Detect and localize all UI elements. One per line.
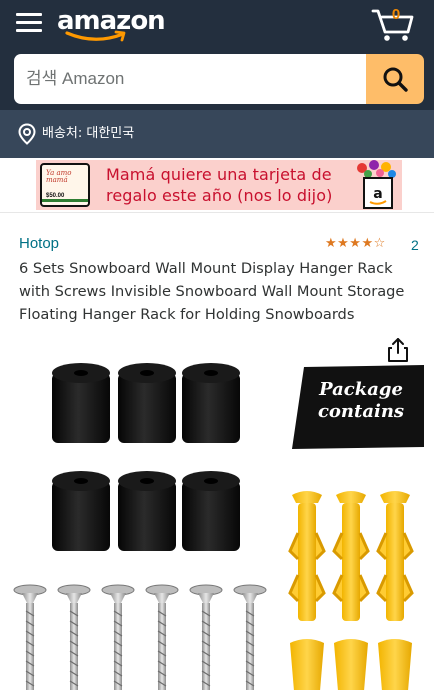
logo-smile-icon [65, 30, 126, 42]
screws [13, 584, 267, 690]
search-button[interactable] [366, 54, 424, 104]
promo-banner-content: Ya amo mamá $50.00 Mamá quiere una tarje… [36, 160, 402, 210]
product-title[interactable]: 6 Sets Snowboard Wall Mount Display Hang… [19, 257, 419, 326]
svg-text:a: a [373, 186, 382, 202]
search-icon [383, 67, 408, 92]
promo-line-1: Mamá quiere una tarjeta de [106, 165, 332, 184]
rating-count: 2 [411, 237, 419, 253]
wall-anchors [288, 491, 414, 690]
product-section: Hotop ★★★★☆ 2 6 Sets Snowboard Wall Moun… [0, 212, 434, 690]
hamburger-menu-icon[interactable] [16, 12, 42, 34]
gift-card-image: Ya amo mamá $50.00 [40, 163, 90, 207]
product-image[interactable]: Package contains [0, 353, 434, 690]
delivery-location-bar[interactable]: 배송처: 대한민국 [0, 110, 434, 158]
location-pin-icon [18, 123, 36, 145]
spacer-row-2 [52, 471, 240, 551]
gift-card-text: Ya amo mamá [46, 169, 72, 184]
promo-banner[interactable]: Ya amo mamá $50.00 Mamá quiere una tarje… [0, 158, 434, 212]
promo-line-2: regalo este año (nos lo dijo) [106, 186, 333, 205]
top-navigation-bar: amazon 0 [0, 0, 434, 110]
delivery-location-label: 배송처: 대한민국 [42, 126, 135, 141]
rating-stars: ★★★★☆ [325, 236, 386, 251]
search-input[interactable] [14, 54, 368, 104]
cart-count-badge: 0 [391, 6, 401, 23]
promo-banner-text: Mamá quiere una tarjeta de regalo este a… [106, 164, 356, 206]
amazon-logo[interactable]: amazon [57, 4, 166, 44]
gift-box-icon: a [357, 160, 396, 209]
spacer-row-1 [52, 363, 240, 443]
package-contains-label: Package contains [317, 379, 405, 422]
search-bar [14, 54, 424, 104]
cart-button[interactable]: 0 [370, 4, 416, 44]
brand-link[interactable]: Hotop [19, 235, 59, 253]
